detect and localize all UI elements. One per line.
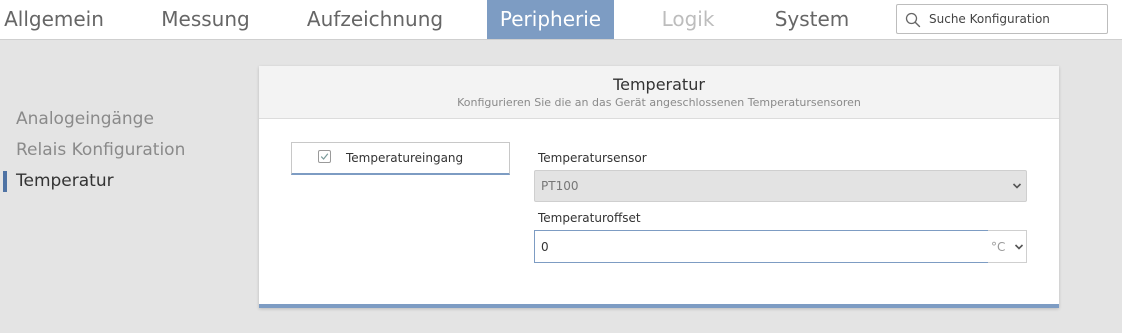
tab-system[interactable]: System [766, 0, 858, 39]
sensor-label: Temperatursensor [538, 151, 647, 165]
sidebar-item-relais-konfiguration[interactable]: Relais Konfiguration [0, 135, 240, 166]
temperature-input-label: Temperatureingang [346, 151, 464, 165]
top-navigation: Allgemein Messung Aufzeichnung Peripheri… [0, 0, 1122, 40]
tab-aufzeichnung[interactable]: Aufzeichnung [300, 0, 450, 39]
sidebar-item-analogeingaenge[interactable]: Analogeingänge [0, 104, 240, 135]
tab-peripherie[interactable]: Peripherie [487, 0, 614, 39]
side-navigation: Analogeingänge Relais Konfiguration Temp… [0, 104, 240, 197]
offset-input-value: 0 [541, 240, 549, 254]
offset-label: Temperaturoffset [538, 211, 641, 225]
offset-unit-value: °C [991, 240, 1006, 254]
offset-input[interactable]: 0 [534, 230, 989, 263]
tab-allgemein[interactable]: Allgemein [0, 0, 108, 39]
sensor-select: PT100 [534, 170, 1027, 202]
card-header: Temperatur Konfigurieren Sie die an das … [259, 66, 1059, 119]
check-icon [320, 153, 329, 160]
search-box[interactable] [896, 4, 1108, 34]
offset-unit-select[interactable]: °C [988, 230, 1027, 263]
card-title: Temperatur [613, 75, 705, 94]
chevron-down-icon [1012, 183, 1022, 189]
sensor-select-value: PT100 [541, 179, 579, 193]
temperature-card: Temperatur Konfigurieren Sie die an das … [259, 66, 1059, 308]
temperature-input-checkbox[interactable] [318, 150, 331, 163]
card-subtitle: Konfigurieren Sie die an das Gerät anges… [457, 96, 861, 109]
chevron-down-icon [1014, 244, 1024, 250]
search-icon [905, 12, 921, 28]
tab-logik: Logik [661, 7, 715, 31]
temperature-input-toggle[interactable]: Temperatureingang [291, 142, 510, 175]
search-input[interactable] [929, 9, 1101, 29]
tab-messung[interactable]: Messung [150, 0, 261, 39]
sidebar-item-temperatur[interactable]: Temperatur [0, 166, 240, 197]
